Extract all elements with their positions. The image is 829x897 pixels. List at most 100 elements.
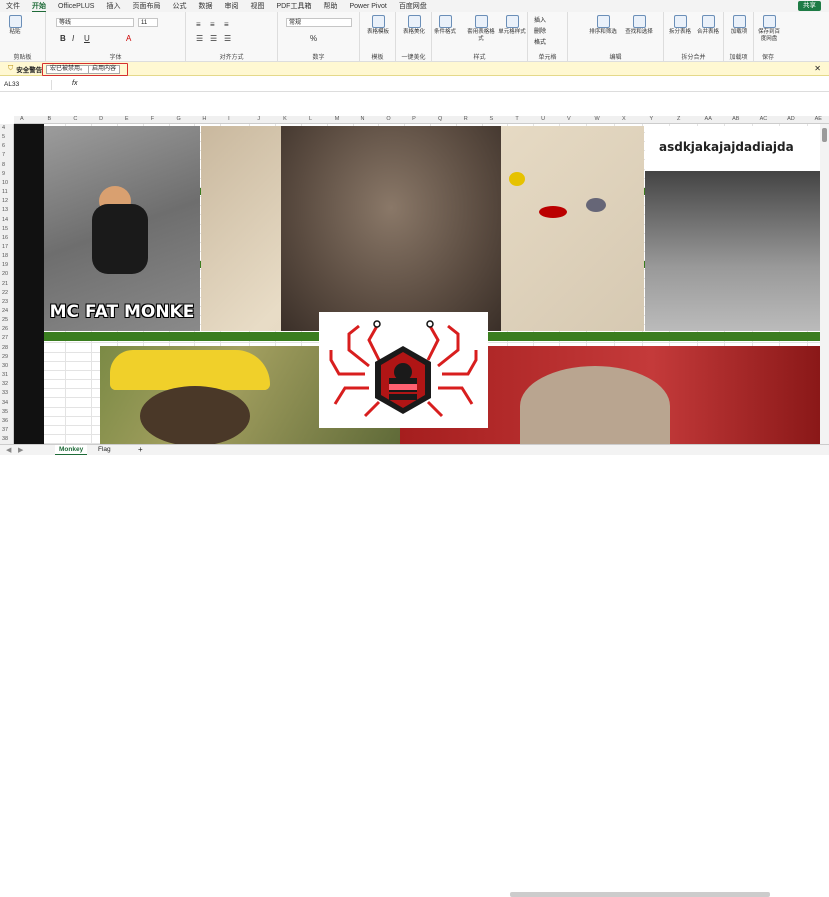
row-header-28[interactable]: 28 [2, 345, 8, 351]
percent-icon[interactable]: % [310, 34, 317, 43]
menu-tab-12[interactable]: 百度网盘 [399, 1, 427, 11]
row-header-8[interactable]: 8 [2, 162, 5, 168]
row-header-32[interactable]: 32 [2, 381, 8, 387]
column-header-P[interactable]: P [412, 116, 416, 122]
save-to-baidu-button[interactable]: 保存到百度网盘 [756, 15, 782, 43]
horizontal-scrollbar[interactable] [510, 892, 770, 897]
tab-monkey[interactable]: Monkey [55, 445, 88, 455]
column-header-AA[interactable]: AA [705, 116, 712, 122]
row-header-33[interactable]: 33 [2, 390, 8, 396]
row-header-4[interactable]: 4 [2, 125, 5, 131]
column-header-K[interactable]: K [283, 116, 287, 122]
flag-logo[interactable] [319, 312, 488, 428]
menu-tab-2[interactable]: OfficePLUS [58, 3, 94, 10]
name-box[interactable]: AL33 [4, 80, 52, 90]
menu-tab-0[interactable]: 文件 [6, 1, 20, 11]
insert-cell-button[interactable]: 插入 [534, 15, 546, 24]
column-header-S[interactable]: S [490, 116, 494, 122]
column-header-Z[interactable]: Z [677, 116, 680, 122]
menu-tab-8[interactable]: 视图 [250, 1, 264, 11]
format-as-table-button[interactable]: 套用表格格式 [466, 15, 496, 43]
column-header-U[interactable]: U [541, 116, 545, 122]
share-button[interactable]: 共享 [798, 1, 821, 11]
find-select-button[interactable]: 查找和选择 [624, 15, 654, 36]
menu-tab-1[interactable]: 开始 [32, 1, 46, 12]
menu-tab-11[interactable]: Power Pivot [349, 3, 386, 10]
beautify-button[interactable]: 表格美化 [403, 15, 425, 36]
font-name-select[interactable]: 等线 [56, 18, 134, 27]
column-header-AB[interactable]: AB [732, 116, 739, 122]
column-header-H[interactable]: H [202, 116, 206, 122]
align-middle-icon[interactable]: ≡ [210, 20, 215, 29]
column-header-A[interactable]: A [20, 116, 24, 122]
column-header-V[interactable]: V [567, 116, 571, 122]
sort-filter-button[interactable]: 排序和筛选 [588, 15, 618, 36]
addins-button[interactable]: 加载项 [728, 15, 750, 36]
row-header-34[interactable]: 34 [2, 400, 8, 406]
column-header-X[interactable]: X [622, 116, 626, 122]
tab-prev-icon[interactable]: ◀ [6, 446, 11, 454]
row-header-27[interactable]: 27 [2, 335, 8, 341]
worksheet-grid[interactable]: MC FAT MONKE asdkjakajajdadiajda [14, 124, 820, 444]
row-header-23[interactable]: 23 [2, 299, 8, 305]
column-header-Q[interactable]: Q [438, 116, 442, 122]
cell-style-button[interactable]: 单元格样式 [498, 15, 526, 36]
scroll-thumb[interactable] [822, 128, 827, 142]
row-header-13[interactable]: 13 [2, 207, 8, 213]
menu-tab-6[interactable]: 数据 [198, 1, 212, 11]
column-header-E[interactable]: E [125, 116, 129, 122]
align-left-icon[interactable]: ☰ [196, 34, 203, 43]
column-header-AE[interactable]: AE [815, 116, 822, 122]
align-top-icon[interactable]: ≡ [196, 20, 201, 29]
row-header-11[interactable]: 11 [2, 189, 8, 195]
font-size-select[interactable]: 11 [138, 18, 158, 27]
split-table-button[interactable]: 拆分表格 [666, 15, 694, 36]
align-center-icon[interactable]: ☰ [210, 34, 217, 43]
row-header-21[interactable]: 21 [2, 281, 8, 287]
tab-flag[interactable]: Flag [94, 445, 115, 455]
row-header-5[interactable]: 5 [2, 134, 5, 140]
row-header-7[interactable]: 7 [2, 152, 5, 158]
column-header-N[interactable]: N [361, 116, 365, 122]
row-header-29[interactable]: 29 [2, 354, 8, 360]
column-header-Y[interactable]: Y [650, 116, 654, 122]
row-header-9[interactable]: 9 [2, 171, 5, 177]
monkey-image-2[interactable] [201, 126, 644, 331]
menu-tab-4[interactable]: 页面布局 [132, 1, 160, 11]
italic-icon[interactable]: I [72, 34, 74, 43]
column-header-B[interactable]: B [48, 116, 52, 122]
macro-disabled-button[interactable]: 宏已被禁用。 [46, 65, 91, 74]
row-header-16[interactable]: 16 [2, 235, 8, 241]
column-header-C[interactable]: C [73, 116, 77, 122]
row-header-17[interactable]: 17 [2, 244, 8, 250]
column-header-I[interactable]: I [228, 116, 230, 122]
delete-cell-button[interactable]: 删除 [534, 26, 546, 35]
column-header-W[interactable]: W [594, 116, 599, 122]
column-header-L[interactable]: L [309, 116, 312, 122]
monkey-image-3[interactable]: asdkjakajajdadiajda [645, 126, 820, 331]
row-header-24[interactable]: 24 [2, 308, 8, 314]
format-cell-button[interactable]: 格式 [534, 37, 546, 46]
column-header-AD[interactable]: AD [787, 116, 795, 122]
row-header-6[interactable]: 6 [2, 143, 5, 149]
bold-icon[interactable]: B [60, 34, 66, 43]
align-right-icon[interactable]: ☰ [224, 34, 231, 43]
column-header-R[interactable]: R [464, 116, 468, 122]
column-header-M[interactable]: M [335, 116, 340, 122]
font-color-icon[interactable]: A [126, 34, 131, 43]
column-header-T[interactable]: T [515, 116, 518, 122]
row-header-36[interactable]: 36 [2, 418, 8, 424]
paste-button[interactable]: 粘贴 [4, 15, 26, 36]
row-header-25[interactable]: 25 [2, 317, 8, 323]
row-header-30[interactable]: 30 [2, 363, 8, 369]
menu-tab-7[interactable]: 审阅 [224, 1, 238, 11]
monkey-image-1[interactable]: MC FAT MONKE [44, 126, 200, 331]
function-icon[interactable]: fx [72, 80, 77, 87]
column-header-D[interactable]: D [99, 116, 103, 122]
column-header-J[interactable]: J [257, 116, 260, 122]
column-header-G[interactable]: G [177, 116, 181, 122]
row-header-22[interactable]: 22 [2, 290, 8, 296]
column-header-O[interactable]: O [386, 116, 390, 122]
row-header-14[interactable]: 14 [2, 217, 8, 223]
row-header-20[interactable]: 20 [2, 271, 8, 277]
